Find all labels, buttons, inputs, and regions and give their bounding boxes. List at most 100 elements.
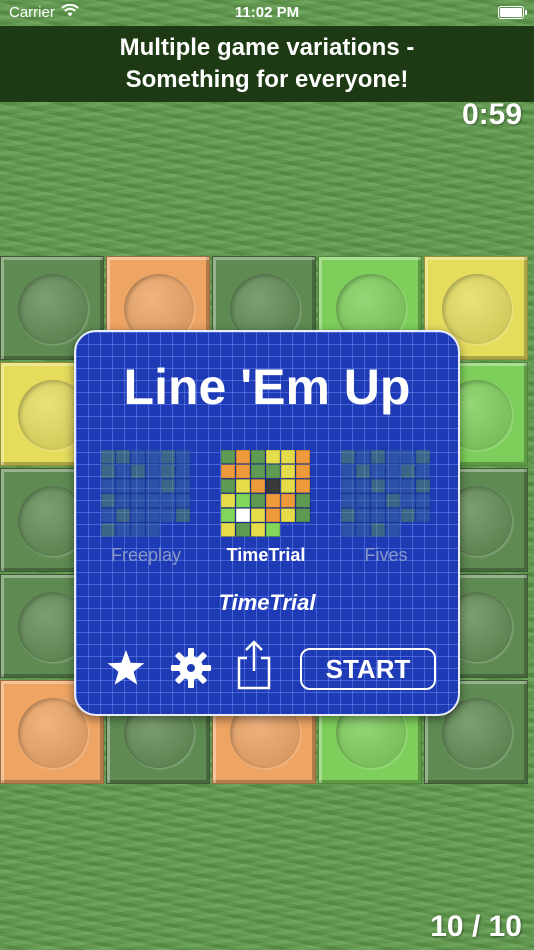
thumbnail-cell bbox=[145, 450, 161, 465]
thumbnail-cell bbox=[355, 522, 371, 538]
thumbnail-cell bbox=[400, 450, 416, 465]
thumbnail-cell bbox=[280, 493, 296, 508]
thumbnail-cell bbox=[115, 450, 131, 465]
thumbnail-cell bbox=[235, 478, 251, 494]
mode-timetrial-label: TimeTrial bbox=[226, 545, 306, 565]
thumbnail-cell bbox=[370, 450, 386, 465]
thumbnail-cell bbox=[101, 450, 116, 465]
thumbnail-cell bbox=[265, 493, 281, 508]
thumbnail-cell bbox=[250, 508, 266, 523]
thumbnail-cell bbox=[115, 493, 131, 508]
thumbnail-cell bbox=[385, 508, 401, 523]
battery-icon bbox=[498, 6, 527, 19]
thumbnail-cell bbox=[235, 464, 251, 479]
share-icon bbox=[237, 640, 271, 690]
favorites-button[interactable] bbox=[106, 648, 146, 688]
thumbnail-cell bbox=[145, 478, 161, 494]
game-title: Line 'Em Up bbox=[123, 359, 411, 415]
thumbnail-cell bbox=[341, 478, 356, 494]
thumbnail-cell bbox=[400, 493, 416, 508]
thumbnail-cell bbox=[295, 478, 311, 494]
thumbnail-cell bbox=[250, 522, 266, 538]
thumbnail-cell bbox=[101, 478, 116, 494]
thumbnail-cell bbox=[221, 478, 236, 494]
mode-fives[interactable]: Fives bbox=[340, 450, 432, 566]
thumbnail-cell bbox=[415, 464, 431, 479]
thumbnail-cell bbox=[385, 478, 401, 494]
thumbnail-cell bbox=[175, 493, 191, 508]
star-icon bbox=[107, 650, 145, 685]
thumbnail-cell bbox=[145, 508, 161, 523]
thumbnail-cell bbox=[145, 464, 161, 479]
thumbnail-cell bbox=[370, 508, 386, 523]
mode-freeplay[interactable]: Freeplay bbox=[100, 450, 192, 566]
thumbnail-cell bbox=[175, 478, 191, 494]
thumbnail-cell bbox=[101, 493, 116, 508]
thumbnail-cell bbox=[160, 450, 176, 465]
thumbnail-cell bbox=[101, 522, 116, 538]
thumbnail-cell bbox=[341, 493, 356, 508]
thumbnail-cell bbox=[130, 450, 146, 465]
round-counter: 10 / 10 bbox=[430, 910, 522, 943]
thumbnail-cell bbox=[250, 464, 266, 479]
thumbnail-cell bbox=[265, 478, 281, 494]
thumbnail-cell bbox=[130, 478, 146, 494]
thumbnail-cell bbox=[115, 508, 131, 523]
clock: 11:02 PM bbox=[234, 4, 300, 21]
settings-button[interactable] bbox=[169, 646, 213, 690]
status-bar: Carrier 11:02 PM bbox=[0, 0, 534, 26]
selected-mode-label: TimeTrial bbox=[218, 590, 316, 615]
thumbnail-cell bbox=[385, 522, 401, 538]
freeplay-thumbnail bbox=[101, 450, 191, 538]
thumbnail-cell bbox=[250, 493, 266, 508]
timetrial-thumbnail bbox=[221, 450, 311, 538]
thumbnail-cell bbox=[370, 464, 386, 479]
thumbnail-cell bbox=[280, 478, 296, 494]
thumbnail-cell bbox=[130, 493, 146, 508]
thumbnail-cell bbox=[355, 478, 371, 494]
thumbnail-cell bbox=[385, 464, 401, 479]
thumbnail-cell bbox=[385, 493, 401, 508]
mode-fives-label: Fives bbox=[364, 545, 408, 565]
thumbnail-cell bbox=[145, 493, 161, 508]
thumbnail-cell bbox=[370, 478, 386, 494]
thumbnail-cell bbox=[130, 508, 146, 523]
thumbnail-cell bbox=[221, 508, 236, 523]
thumbnail-cell bbox=[355, 508, 371, 523]
thumbnail-cell bbox=[221, 450, 236, 465]
thumbnail-cell bbox=[400, 478, 416, 494]
thumbnail-cell bbox=[370, 522, 386, 538]
thumbnail-cell bbox=[235, 450, 251, 465]
thumbnail-cell bbox=[145, 522, 161, 538]
thumbnail-cell bbox=[415, 508, 431, 523]
fives-thumbnail bbox=[341, 450, 431, 538]
thumbnail-cell bbox=[265, 450, 281, 465]
thumbnail-cell bbox=[265, 522, 281, 538]
thumbnail-cell bbox=[341, 508, 356, 523]
thumbnail-cell bbox=[355, 450, 371, 465]
share-button[interactable] bbox=[234, 638, 274, 690]
thumbnail-cell bbox=[160, 493, 176, 508]
thumbnail-cell bbox=[175, 508, 191, 523]
thumbnail-cell bbox=[175, 450, 191, 465]
thumbnail-cell bbox=[280, 450, 296, 465]
thumbnail-cell bbox=[341, 522, 356, 538]
thumbnail-cell bbox=[295, 508, 311, 523]
thumbnail-cell bbox=[235, 493, 251, 508]
mode-timetrial[interactable]: TimeTrial bbox=[220, 450, 312, 566]
thumbnail-cell bbox=[415, 493, 431, 508]
start-button[interactable]: START bbox=[300, 648, 436, 690]
thumbnail-cell bbox=[101, 508, 116, 523]
thumbnail-cell bbox=[295, 450, 311, 465]
countdown-timer: 0:59 bbox=[461, 98, 522, 131]
thumbnail-cell bbox=[175, 464, 191, 479]
thumbnail-cell bbox=[101, 464, 116, 479]
thumbnail-cell bbox=[115, 478, 131, 494]
thumbnail-cell bbox=[160, 508, 176, 523]
dialog-controls: START bbox=[76, 638, 458, 698]
thumbnail-cell bbox=[265, 464, 281, 479]
thumbnail-cell bbox=[341, 464, 356, 479]
thumbnail-cell bbox=[115, 464, 131, 479]
thumbnail-cell bbox=[250, 478, 266, 494]
thumbnail-cell bbox=[160, 478, 176, 494]
